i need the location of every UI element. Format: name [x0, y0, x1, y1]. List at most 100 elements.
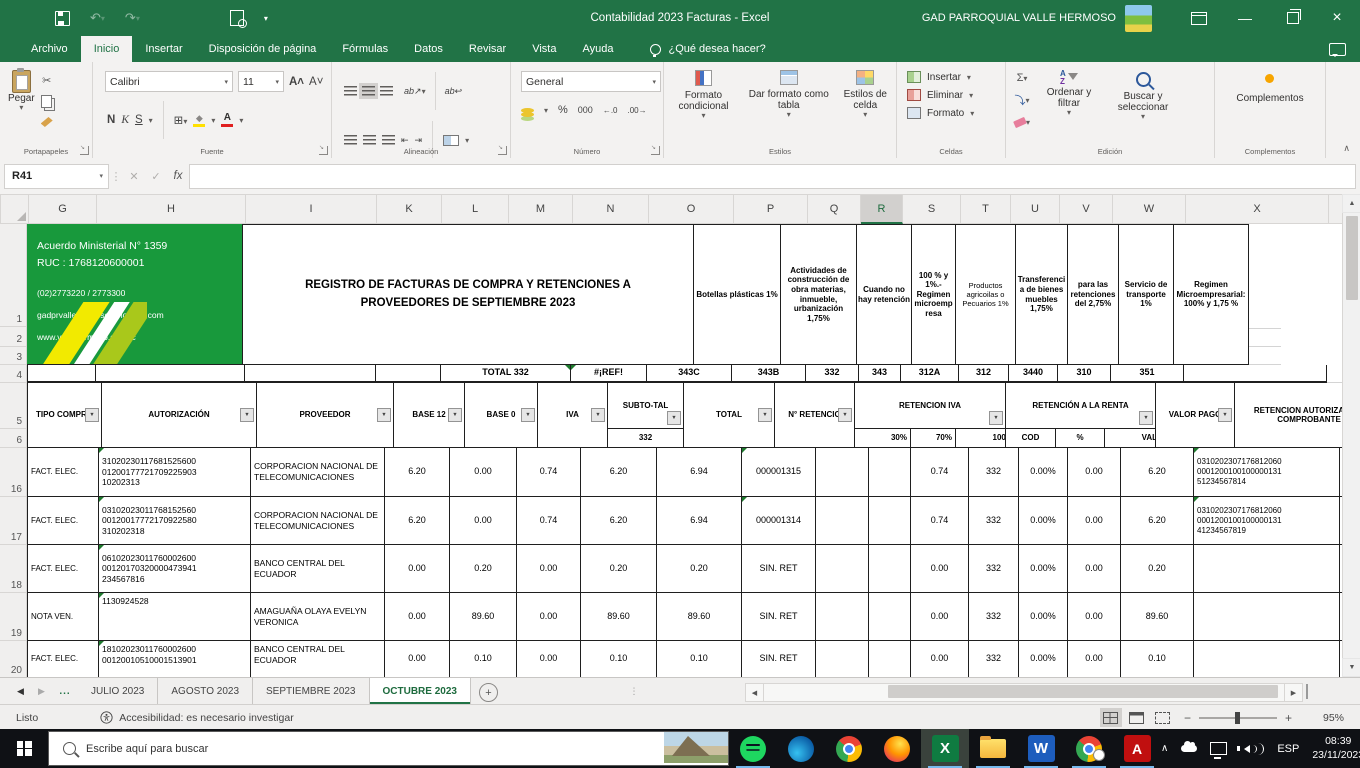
- scroll-down-icon[interactable]: ▼: [1342, 658, 1360, 677]
- undo-icon[interactable]: ↶▾: [90, 9, 105, 27]
- cell-subtotal[interactable]: 6.20: [581, 448, 657, 497]
- header-cuando-no-hay[interactable]: Cuando no hay retención: [857, 224, 912, 365]
- header-iva[interactable]: IVA: [538, 383, 608, 448]
- col-header-o[interactable]: O: [649, 194, 734, 224]
- cut-icon[interactable]: ✂: [41, 72, 53, 88]
- header-valor-pago[interactable]: VALOR PAGO: [1156, 383, 1235, 448]
- close-button[interactable]: ×: [1314, 0, 1360, 36]
- filter-icon[interactable]: [667, 411, 681, 425]
- tab-inicio[interactable]: Inicio: [81, 36, 133, 62]
- cell-autorizacion[interactable]: 31020230117681525600 0120017772170922590…: [99, 448, 251, 497]
- row-header-20[interactable]: 20: [0, 641, 27, 677]
- cell-tipo[interactable]: FACT. ELEC.: [27, 641, 99, 677]
- grow-font-icon[interactable]: A˄: [289, 76, 304, 88]
- print-preview-icon[interactable]: [230, 9, 244, 27]
- header-regimen-micro[interactable]: 100 % y 1%.- Regimen microempresa: [912, 224, 956, 365]
- copy-icon[interactable]: [41, 93, 53, 109]
- subtotal-332[interactable]: 332: [608, 429, 683, 447]
- cell-30[interactable]: [816, 641, 869, 677]
- account-avatar[interactable]: [1125, 5, 1152, 32]
- fill-color-icon[interactable]: ◆: [193, 114, 205, 127]
- zoom-slider-thumb[interactable]: [1235, 712, 1240, 724]
- sort-filter-button[interactable]: AZ Ordenar y filtrar▾: [1038, 70, 1100, 158]
- cell-100[interactable]: 0.74: [911, 448, 969, 497]
- tab-ayuda[interactable]: Ayuda: [569, 36, 626, 62]
- normal-view-icon[interactable]: [1100, 708, 1122, 727]
- format-painter-icon[interactable]: [41, 114, 53, 130]
- cell-base12[interactable]: 6.20: [385, 448, 450, 497]
- col-header-r-selected[interactable]: R: [861, 194, 903, 224]
- col-header-m[interactable]: M: [509, 194, 573, 224]
- cell-retencion-aut[interactable]: [1194, 545, 1340, 593]
- new-sheet-button[interactable]: +: [479, 683, 498, 702]
- align-bottom-icon[interactable]: [380, 86, 393, 96]
- cell-proveedor[interactable]: AMAGUAÑA OLAYA EVELYN VERONICA: [251, 593, 385, 641]
- hscroll-left-icon[interactable]: ◀: [745, 683, 764, 702]
- comma-style-button[interactable]: 000: [578, 105, 593, 115]
- cell-70[interactable]: [869, 641, 911, 677]
- taskbar-search[interactable]: Escribe aquí para buscar: [48, 731, 729, 766]
- cell-pago[interactable]: 0.20: [1121, 545, 1194, 593]
- tab-splitter[interactable]: ⋮: [626, 678, 642, 705]
- cell-total[interactable]: 6.94: [657, 448, 742, 497]
- cell-total-332[interactable]: TOTAL 332: [441, 365, 571, 383]
- cell-cod[interactable]: 332: [969, 641, 1019, 677]
- cell-tipo[interactable]: FACT. ELEC.: [27, 497, 99, 545]
- row-header-5[interactable]: 5: [0, 383, 27, 429]
- sheet-tab-septiembre[interactable]: SEPTIEMBRE 2023: [253, 678, 369, 705]
- col-header-t[interactable]: T: [961, 194, 1011, 224]
- font-color-icon[interactable]: A: [221, 113, 233, 127]
- borders-icon[interactable]: ⊞▾: [174, 113, 188, 127]
- header-base0[interactable]: BASE 0: [465, 383, 538, 448]
- header-tipo-compro[interactable]: TIPO COMPRO: [27, 383, 102, 448]
- align-middle-icon[interactable]: [362, 86, 375, 96]
- cell-100[interactable]: 0.00: [911, 593, 969, 641]
- tab-formulas[interactable]: Fórmulas: [329, 36, 401, 62]
- tab-vista[interactable]: Vista: [519, 36, 569, 62]
- cell-retencion-aut[interactable]: 0310202307176812060 0001200100100000131 …: [1194, 448, 1340, 497]
- cell-base0[interactable]: 0.10: [450, 641, 517, 677]
- underline-button[interactable]: S: [135, 114, 143, 126]
- accessibility-status[interactable]: Accesibilidad: es necesario investigar: [100, 711, 294, 724]
- align-left-icon[interactable]: [344, 135, 357, 145]
- percent-style-button[interactable]: %: [558, 104, 568, 116]
- cell-pago[interactable]: 6.20: [1121, 448, 1194, 497]
- col-header-l[interactable]: L: [442, 194, 509, 224]
- taskbar-firefox[interactable]: [873, 729, 921, 768]
- merge-center-icon[interactable]: [443, 135, 459, 146]
- cell-tipo[interactable]: NOTA VEN.: [27, 593, 99, 641]
- account-name[interactable]: GAD PARROQUIAL VALLE HERMOSO: [922, 12, 1116, 24]
- alignment-dialog-launcher[interactable]: [498, 146, 507, 155]
- search-highlight-image[interactable]: [664, 732, 728, 763]
- cell-subtotal[interactable]: 89.60: [581, 593, 657, 641]
- sheet-nav-left-icon[interactable]: ◀: [10, 678, 31, 705]
- hidden-icons-chevron[interactable]: ∧: [1161, 743, 1168, 754]
- cell-iva[interactable]: 0.00: [517, 641, 581, 677]
- col-header-v[interactable]: V: [1060, 194, 1113, 224]
- taskbar-spotify[interactable]: [729, 729, 777, 768]
- scrollbar-thumb[interactable]: [1346, 216, 1358, 300]
- header-autorizacion[interactable]: AUTORIZACIÓN: [102, 383, 257, 448]
- accounting-format-icon[interactable]: [521, 108, 534, 113]
- col-header-q[interactable]: Q: [808, 194, 861, 224]
- scroll-up-icon[interactable]: ▲: [1342, 194, 1360, 213]
- report-title-cell[interactable]: REGISTRO DE FACTURAS DE COMPRA Y RETENCI…: [243, 224, 694, 365]
- cancel-icon[interactable]: ✕: [123, 170, 145, 183]
- col-header-n[interactable]: N: [573, 194, 649, 224]
- sub-pct[interactable]: %: [1055, 429, 1104, 447]
- align-top-icon[interactable]: [344, 86, 357, 96]
- align-right-icon[interactable]: [382, 135, 395, 145]
- header-proveedor[interactable]: PROVEEDOR: [257, 383, 394, 448]
- cell-total[interactable]: 0.20: [657, 545, 742, 593]
- filter-icon[interactable]: [1218, 408, 1232, 422]
- taskbar-acrobat[interactable]: [1113, 729, 1161, 768]
- cell-base12[interactable]: 0.00: [385, 593, 450, 641]
- header-n-retencion[interactable]: N° RETENCIO: [775, 383, 855, 448]
- start-button[interactable]: [0, 729, 48, 768]
- cell-blank[interactable]: [27, 365, 96, 383]
- cell-retencion-aut[interactable]: [1194, 641, 1340, 677]
- filter-icon[interactable]: [377, 408, 391, 422]
- clipboard-dialog-launcher[interactable]: [80, 146, 89, 155]
- col-header-x[interactable]: X: [1186, 194, 1329, 224]
- zoom-level[interactable]: 95%: [1298, 712, 1344, 724]
